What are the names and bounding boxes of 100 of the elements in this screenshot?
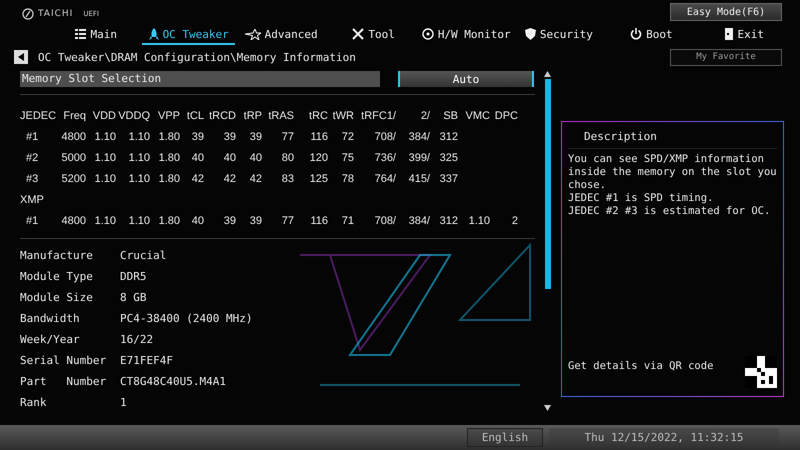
- power-icon: [630, 28, 642, 40]
- table-cell-text: 42: [222, 172, 236, 184]
- table-cell-text: 1.10: [128, 172, 150, 184]
- table-cell-text: 4800: [60, 130, 86, 142]
- table-cell-text: 312: [438, 130, 458, 142]
- info-label: Serial Number: [20, 354, 106, 367]
- column-header: Freq: [62, 110, 86, 122]
- nav-tab[interactable]: Exit: [698, 25, 790, 45]
- easy-mode-button[interactable]: Easy Mode(F6): [670, 3, 782, 21]
- table-cell-text: 399/: [408, 152, 430, 164]
- table-cell-text: 1.80: [158, 172, 180, 184]
- table-cell-text: 1.10: [468, 214, 490, 226]
- column-header: tRC: [308, 110, 328, 122]
- table-cell-text: 80: [280, 152, 294, 164]
- table-cell-text: 1.80: [158, 152, 180, 164]
- table-cell-text: 1.10: [94, 130, 116, 142]
- favorite-button[interactable]: My Favorite: [670, 48, 782, 66]
- column-header: tRFC1/: [360, 110, 396, 122]
- table-cell-text: 384/: [408, 214, 430, 226]
- setting-label: Memory Slot Selection: [20, 71, 380, 87]
- nav-tab[interactable]: Boot: [605, 25, 698, 45]
- table-cell-text: 116: [309, 130, 328, 142]
- door-icon: [724, 28, 734, 40]
- table-cell-text: 1.80: [158, 130, 180, 142]
- column-header: VDDQ: [117, 110, 150, 122]
- info-label: Module Type: [20, 270, 93, 283]
- table-cell-text: 1.10: [128, 130, 150, 142]
- table-cell-text: 5200: [60, 172, 86, 184]
- back-button[interactable]: [14, 50, 28, 64]
- table-cell-text: #3: [25, 172, 40, 184]
- logo-icon: [22, 8, 34, 20]
- column-header: DPC: [494, 110, 518, 122]
- scrollbar[interactable]: [544, 71, 551, 411]
- language-button[interactable]: English: [467, 428, 543, 447]
- column-header: tRP: [242, 110, 262, 122]
- table-cell-text: 72: [340, 130, 354, 142]
- table-cell-text: 337: [438, 172, 458, 184]
- info-value: PC4-38400 (2400 MHz): [120, 312, 252, 325]
- description-text: JEDEC #2 #3 is estimated for OC.: [568, 205, 772, 218]
- nav-tab[interactable]: Main: [50, 25, 142, 45]
- column-header: VPP: [156, 110, 180, 122]
- table-cell-text: 325: [438, 152, 458, 164]
- info-label: Part Number: [20, 375, 106, 388]
- table-cell-text: #1: [25, 214, 40, 226]
- info-value: 16/22: [120, 333, 154, 346]
- description-text: JEDEC #1 is SPD timing.: [568, 192, 714, 205]
- nav-tab[interactable]: Advanced: [234, 25, 328, 45]
- qr-caption: Get details via QR code: [568, 360, 714, 374]
- description-text: You can see SPD/XMP information inside the memory on the slot you chose.: [568, 153, 777, 192]
- nav-tab[interactable]: Tool: [327, 25, 420, 45]
- table-cell-text: 4800: [60, 214, 86, 226]
- description-title: Description: [568, 128, 777, 149]
- table-cell-text: 39: [222, 130, 236, 142]
- table-cell-text: 125: [308, 172, 328, 184]
- table-cell-text: 1.10: [128, 152, 150, 164]
- rocket-icon: [148, 28, 159, 40]
- shield-icon: [524, 28, 536, 40]
- info-value: 8 GB: [120, 291, 146, 304]
- table-cell-text: 116: [309, 214, 328, 226]
- table-cell-text: 5000: [60, 152, 86, 164]
- column-header: tRAS: [267, 110, 294, 122]
- table-cell-text: 2: [510, 214, 518, 226]
- table-cell-text: 75: [340, 152, 354, 164]
- column-header: VMC: [464, 110, 490, 122]
- table-cell-text: 39: [222, 214, 236, 226]
- info-label: Rank: [20, 396, 46, 409]
- column-header: tWR: [332, 110, 354, 122]
- table-cell-text: 40: [190, 214, 204, 226]
- table-cell-text: 39: [190, 130, 204, 142]
- star-icon: [244, 28, 261, 40]
- table-cell-text: 83: [280, 172, 294, 184]
- scroll-down-icon[interactable]: [544, 405, 551, 411]
- table-cell-text: 1.80: [158, 214, 180, 226]
- table-cell-text: 1.10: [94, 152, 116, 164]
- target-icon: [422, 28, 434, 40]
- nav-tab[interactable]: H/W Monitor: [420, 25, 513, 45]
- table-cell-text: 312: [438, 214, 458, 226]
- table-cell-text: 415/: [408, 172, 430, 184]
- table-cell-text: 708/: [374, 130, 396, 142]
- table-cell-text: 708/: [374, 214, 396, 226]
- table-cell-text: 39: [248, 130, 262, 142]
- table-cell-text: 736/: [374, 152, 396, 164]
- section-label: XMP: [20, 194, 45, 206]
- info-label: Week/Year: [20, 333, 80, 346]
- setting-dropdown[interactable]: Auto: [398, 71, 534, 87]
- column-header: tRCD: [208, 110, 236, 122]
- nav-tab[interactable]: OC Tweaker: [142, 25, 235, 45]
- table-cell-text: 120: [308, 152, 328, 164]
- scroll-up-icon[interactable]: [544, 71, 551, 77]
- table-cell-text: 40: [222, 152, 236, 164]
- table-cell-text: 1.10: [128, 214, 150, 226]
- table-cell-text: 39: [248, 214, 262, 226]
- table-cell-text: 40: [248, 152, 262, 164]
- nav-tab[interactable]: Security: [512, 25, 606, 45]
- info-label: Module Size: [20, 291, 93, 304]
- table-cell-text: 78: [340, 172, 354, 184]
- table-cell-text: 42: [248, 172, 262, 184]
- table-cell-text: 42: [190, 172, 204, 184]
- info-value: CT8G48C40U5.M4A1: [120, 375, 226, 388]
- table-cell-text: 384/: [408, 130, 430, 142]
